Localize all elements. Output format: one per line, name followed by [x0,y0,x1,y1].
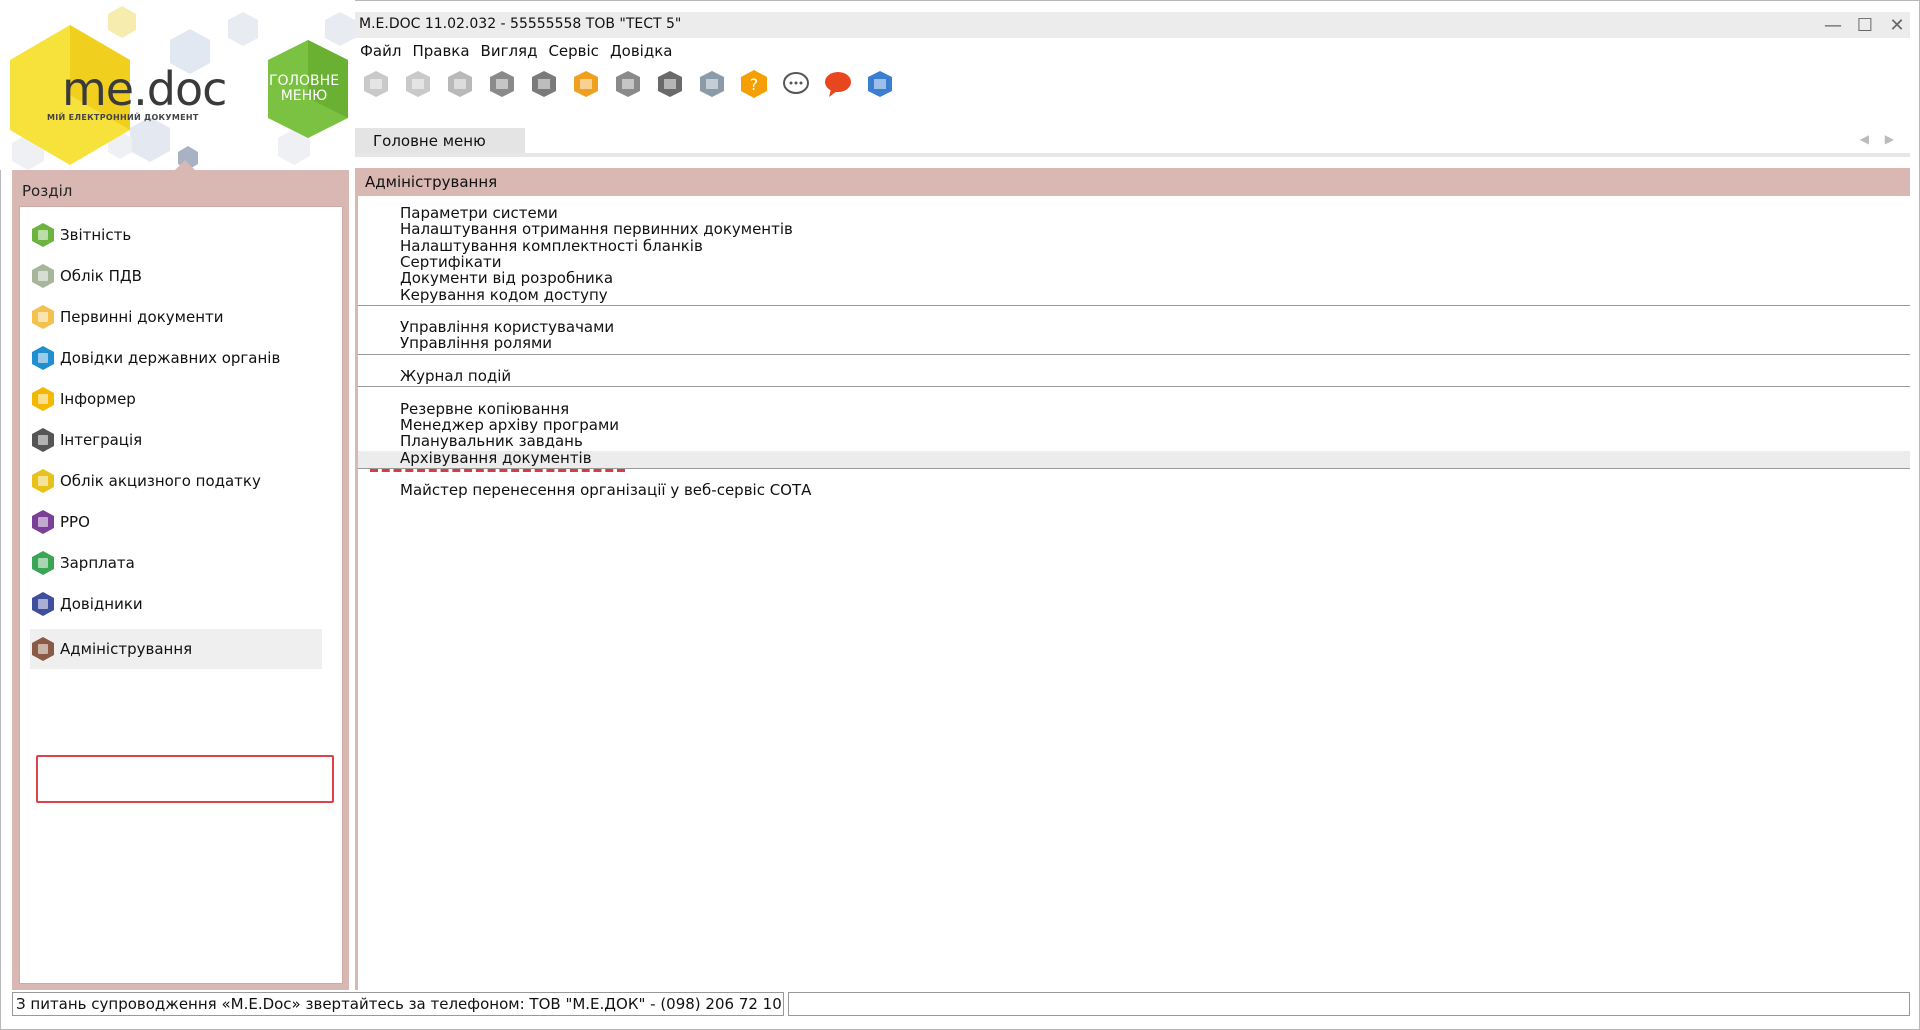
status-bar: З питань супроводження «M.E.Doc» звертай… [12,992,1910,1018]
copy-icon[interactable] [443,67,477,101]
admin-menu-item[interactable]: Сертифікати [400,253,501,271]
admin-menu-item[interactable]: Налаштування отримання первинних докумен… [400,220,793,238]
excise-icon [30,468,56,494]
window-title: M.E.DOC 11.02.032 - 55555558 ТОВ "ТЕСТ 5… [359,16,682,32]
sidebar: Розділ Звітність Облік ПДВ Первинні докуме… [12,170,349,990]
admin-menu-item[interactable]: Журнал подій [400,367,511,385]
salary-icon [30,550,56,576]
menu-item-1[interactable]: Правка [407,40,475,62]
cash-register-icon [30,509,56,535]
admin-menu-item[interactable]: Планувальник завдань [400,432,583,450]
main-menu-button[interactable]: ГОЛОВНЕ МЕНЮ [268,74,340,104]
tab-bar: Головне меню ◀ ▶ [355,128,1910,157]
integration-icon [30,427,56,453]
sidebar-list: Звітність Облік ПДВ Первинні документи Дові… [19,206,343,984]
admin-menu-item[interactable]: Документи від розробника [400,269,613,287]
sidebar-item-label: Звітність [60,226,132,244]
admin-menu-item[interactable]: Управління користувачами [400,318,614,336]
close-icon[interactable]: ✕ [1886,14,1908,36]
sidebar-item-2[interactable]: Первинні документи [30,297,330,337]
sidebar-item-5[interactable]: Інтеграція [30,420,330,460]
menu-bar: Файл Правка Вигляд Сервіс Довідка [355,40,678,62]
brand-me: me [62,62,134,116]
minimize-icon[interactable]: — [1822,14,1844,36]
brand-tagline: МІЙ ЕЛЕКТРОННИЙ ДОКУМЕНТ [47,113,199,122]
group-separator [358,386,1910,388]
admin-menu-item[interactable]: Управління ролями [400,334,552,352]
inbox-icon[interactable] [653,67,687,101]
help-icon[interactable]: ? [737,67,771,101]
toolbar: ? [355,64,897,104]
sidebar-item-6[interactable]: Облік акцизного податку [30,461,330,501]
sidebar-item-label: Облік акцизного податку [60,472,261,490]
sidebar-item-0[interactable]: Звітність [30,215,330,255]
sidebar-item-1[interactable]: Облік ПДВ [30,256,330,296]
tab-scroll-arrows-icon[interactable]: ◀ ▶ [1860,132,1900,146]
sidebar-item-9[interactable]: Довідники [30,584,330,624]
administration-icon [30,636,56,662]
message-icon[interactable] [821,67,855,101]
admin-menu-item[interactable]: Налаштування комплектності бланків [400,237,703,255]
sidebar-item-10[interactable]: Адміністрування [30,629,322,669]
menu-item-4[interactable]: Довідка [605,40,679,62]
admin-menu-item[interactable]: Архівування документів [400,449,592,467]
sidebar-item-label: Довідки державних органів [60,349,281,367]
sidebar-item-label: Первинні документи [60,308,224,326]
main-menu-line2: МЕНЮ [280,88,328,104]
brand-doc: doc [146,62,228,116]
sidebar-item-label: Інформер [60,390,136,408]
document-icon[interactable] [359,67,393,101]
content-panel: Параметри системи Налаштування отримання … [358,196,1910,990]
section-title: Адміністрування [365,173,498,191]
status-panel [788,992,1910,1016]
title-bar: M.E.DOC 11.02.032 - 55555558 ТОВ "ТЕСТ 5… [355,12,1910,38]
primary-docs-icon [30,304,56,330]
sidebar-item-label: Облік ПДВ [60,267,142,285]
main-content: Адміністрування Параметри системи Налашту… [355,168,1910,990]
sidebar-item-4[interactable]: Інформер [30,379,330,419]
archive-icon[interactable] [485,67,519,101]
sidebar-item-3[interactable]: Довідки державних органів [30,338,330,378]
delete-document-icon[interactable] [401,67,435,101]
check-icon[interactable] [695,67,729,101]
screen-icon[interactable] [863,67,897,101]
admin-menu-item[interactable]: Параметри системи [400,204,558,222]
sidebar-item-label: РРО [60,513,90,531]
admin-menu-item[interactable]: Керування кодом доступу [400,286,608,304]
print-icon[interactable] [527,67,561,101]
send-icon[interactable] [569,67,603,101]
sidebar-item-7[interactable]: РРО [30,502,330,542]
maximize-icon[interactable]: ☐ [1854,14,1876,36]
svg-text:?: ? [750,75,759,94]
directories-icon [30,591,56,617]
menu-item-0[interactable]: Файл [355,40,407,62]
menu-item-2[interactable]: Вигляд [476,40,544,62]
menu-item-3[interactable]: Сервіс [543,40,604,62]
sidebar-item-label: Інтеграція [60,431,143,449]
sidebar-header: Розділ [22,182,73,200]
admin-menu-item[interactable]: Резервне копіювання [400,400,569,418]
group-separator [358,304,1910,306]
selection-highlight [36,755,334,803]
tab-main-menu[interactable]: Головне меню [355,128,525,153]
brand-logo: me.doc [62,62,228,116]
reports-icon [30,222,56,248]
sidebar-item-label: Адміністрування [60,640,193,658]
sidebar-item-8[interactable]: Зарплата [30,543,330,583]
admin-menu-item[interactable]: Майстер перенесення організації у веб-се… [400,481,811,499]
informer-icon [30,386,56,412]
group-separator [358,467,1910,469]
government-icon [30,345,56,371]
logo-area: me.doc МІЙ ЕЛЕКТРОННИЙ ДОКУМЕНТ ГОЛОВНЕ … [0,0,355,170]
vat-icon [30,263,56,289]
group-separator [358,353,1910,355]
sidebar-item-label: Довідники [60,595,143,613]
admin-menu-item[interactable]: Менеджер архіву програми [400,416,619,434]
pointer-icon [175,160,195,170]
sidebar-item-label: Зарплата [60,554,135,572]
chat-icon[interactable] [779,67,813,101]
status-text: З питань супроводження «M.E.Doc» звертай… [12,992,784,1016]
search-document-icon[interactable] [611,67,645,101]
main-menu-line1: ГОЛОВНЕ [268,73,340,89]
